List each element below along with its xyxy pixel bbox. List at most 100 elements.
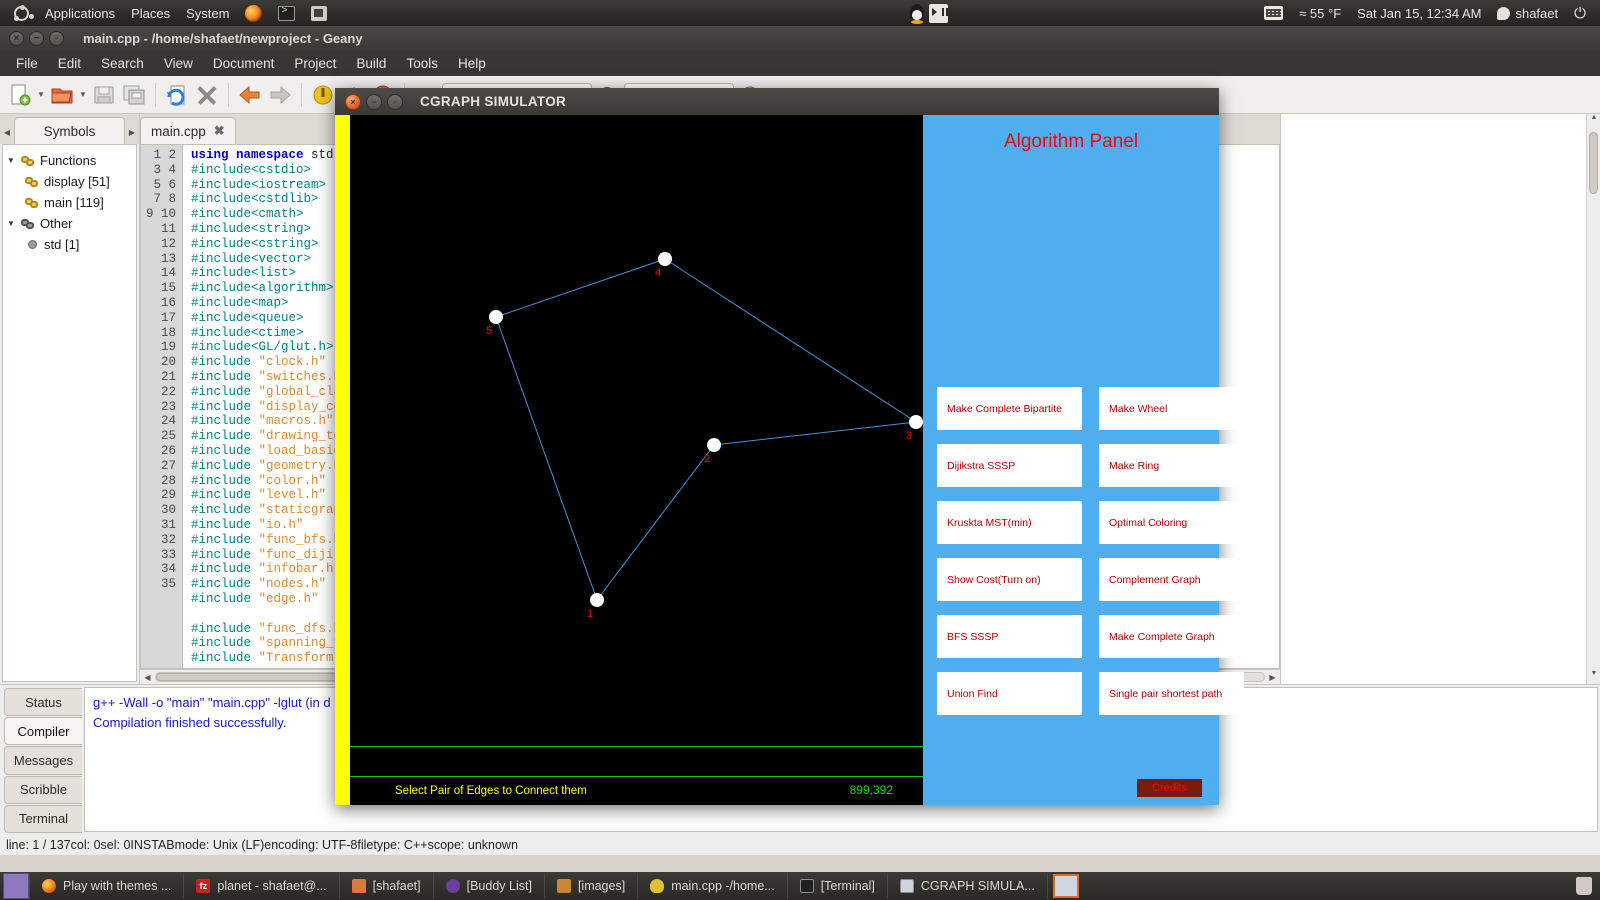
- menu-edit[interactable]: Edit: [48, 51, 91, 76]
- geany-minimize-button[interactable]: −: [29, 31, 44, 46]
- tab-messages[interactable]: Messages: [4, 746, 82, 775]
- cgraph-maximize-button[interactable]: ▫: [387, 93, 403, 110]
- graph-node[interactable]: [707, 438, 721, 452]
- taskbar-item-shafaet[interactable]: [shafaet]: [340, 873, 434, 899]
- tree-item-std[interactable]: std [1]: [3, 234, 136, 255]
- open-file-icon[interactable]: [48, 81, 76, 109]
- menu-document[interactable]: Document: [203, 51, 285, 76]
- taskbar-item-images[interactable]: [images]: [545, 873, 639, 899]
- graph-canvas[interactable]: 1 2 3 4 5: [350, 115, 923, 805]
- new-file-dropdown-icon[interactable]: ▼: [36, 81, 46, 109]
- taskbar-item-terminal[interactable]: [Terminal]: [788, 873, 888, 899]
- geany-close-button[interactable]: ×: [9, 31, 24, 46]
- credits-button[interactable]: Credits: [1137, 779, 1202, 797]
- button-make-ring[interactable]: Make Ring: [1099, 444, 1244, 487]
- graph-node[interactable]: [909, 415, 923, 429]
- tree-item-main[interactable]: main [119]: [3, 192, 136, 213]
- menu-search[interactable]: Search: [91, 51, 154, 76]
- tree-item-functions[interactable]: ▼ Functions: [3, 150, 136, 171]
- graph-edge[interactable]: [495, 316, 598, 601]
- launcher-terminal[interactable]: [270, 0, 303, 26]
- forward-icon[interactable]: [266, 81, 294, 109]
- menu-project[interactable]: Project: [284, 51, 346, 76]
- button-bfs-sssp[interactable]: BFS SSSP: [937, 615, 1082, 658]
- taskbar-item-firefox[interactable]: Play with themes ...: [29, 873, 185, 899]
- menu-places[interactable]: Places: [123, 0, 178, 26]
- tab-status[interactable]: Status: [4, 688, 82, 717]
- button-make-wheel[interactable]: Make Wheel: [1099, 387, 1244, 430]
- indicator-penguin[interactable]: [902, 0, 956, 26]
- menu-applications[interactable]: Applications: [37, 0, 123, 26]
- button-dijikstra-sssp[interactable]: Dijikstra SSSP: [937, 444, 1082, 487]
- tab-main-cpp[interactable]: main.cpp ✖: [140, 117, 236, 144]
- button-make-complete-bipartite[interactable]: Make Complete Bipartite: [937, 387, 1082, 430]
- graph-edge[interactable]: [495, 258, 666, 318]
- geany-maximize-button[interactable]: ▫: [49, 31, 64, 46]
- sidebar-scroll-right-icon[interactable]: ▶: [125, 120, 139, 144]
- taskbar-item-filezilla[interactable]: fz planet - shafaet@...: [184, 873, 340, 899]
- graph-edge[interactable]: [596, 444, 715, 601]
- revert-icon[interactable]: [163, 81, 191, 109]
- symbols-tree[interactable]: ▼ Functions display [51] main [119] ▼ Ot…: [2, 144, 137, 682]
- compile-icon[interactable]: [309, 81, 337, 109]
- tree-item-other[interactable]: ▼ Other: [3, 213, 136, 234]
- taskbar-item-cgraph[interactable]: CGRAPH SIMULA...: [888, 873, 1048, 899]
- scroll-down-icon[interactable]: ▼: [1587, 670, 1600, 684]
- graph-node[interactable]: [590, 593, 604, 607]
- button-union-find[interactable]: Union Find: [937, 672, 1082, 715]
- right-pane-scrollbar[interactable]: ▲ ▼: [1586, 114, 1600, 684]
- graph-edge[interactable]: [713, 421, 917, 446]
- save-icon[interactable]: [90, 81, 118, 109]
- button-show-cost[interactable]: Show Cost(Turn on): [937, 558, 1082, 601]
- indicator-weather[interactable]: ≈ 55 °F: [1291, 0, 1349, 26]
- clock[interactable]: Sat Jan 15, 12:34 AM: [1349, 0, 1489, 26]
- menu-tools[interactable]: Tools: [396, 51, 448, 76]
- save-all-icon[interactable]: [120, 81, 148, 109]
- button-optimal-coloring[interactable]: Optimal Coloring: [1099, 501, 1244, 544]
- tab-close-icon[interactable]: ✖: [214, 123, 225, 139]
- graph-edge[interactable]: [664, 258, 917, 423]
- cgraph-minimize-button[interactable]: −: [366, 93, 382, 110]
- workspace-switcher[interactable]: [1052, 874, 1079, 898]
- menu-system[interactable]: System: [178, 0, 237, 26]
- indicator-keyboard[interactable]: [1256, 0, 1291, 26]
- open-file-dropdown-icon[interactable]: ▼: [78, 81, 88, 109]
- back-icon[interactable]: [236, 81, 264, 109]
- launcher-firefox[interactable]: [237, 0, 270, 26]
- menu-help[interactable]: Help: [448, 51, 496, 76]
- tree-item-display[interactable]: display [51]: [3, 171, 136, 192]
- trash-icon[interactable]: [1576, 877, 1592, 895]
- close-icon[interactable]: [193, 81, 221, 109]
- menu-view[interactable]: View: [154, 51, 203, 76]
- button-complement-graph[interactable]: Complement Graph: [1099, 558, 1244, 601]
- scroll-left-icon[interactable]: ◀: [140, 673, 155, 682]
- scroll-right-icon[interactable]: ▶: [1265, 673, 1280, 682]
- taskbar-item-geany[interactable]: main.cpp -/home...: [638, 873, 788, 899]
- menu-file[interactable]: File: [6, 51, 48, 76]
- user-menu[interactable]: shafaet: [1489, 0, 1566, 26]
- tab-symbols[interactable]: Symbols: [14, 117, 125, 144]
- menu-build[interactable]: Build: [346, 51, 396, 76]
- tab-compiler[interactable]: Compiler: [4, 717, 82, 746]
- scroll-thumb[interactable]: [1589, 132, 1598, 194]
- new-file-icon[interactable]: [6, 81, 34, 109]
- scroll-up-icon[interactable]: ▲: [1587, 114, 1600, 128]
- launcher-file-manager[interactable]: [303, 0, 335, 26]
- graph-svg[interactable]: 1 2 3 4 5: [350, 115, 923, 805]
- tab-scribble[interactable]: Scribble: [4, 775, 82, 804]
- session-menu[interactable]: ⏻: [1566, 0, 1600, 26]
- graph-canvas-area[interactable]: 1 2 3 4 5 Select Pair of Edges to Connect th…: [335, 115, 923, 805]
- expander-icon[interactable]: ▼: [7, 219, 17, 228]
- sidebar-scroll-left-icon[interactable]: ◀: [0, 120, 14, 144]
- expander-icon[interactable]: ▼: [7, 156, 17, 165]
- button-kruskal-mst[interactable]: Kruskta MST(min): [937, 501, 1082, 544]
- tab-terminal[interactable]: Terminal: [4, 804, 82, 834]
- button-make-complete-graph[interactable]: Make Complete Graph: [1099, 615, 1244, 658]
- graph-node[interactable]: [489, 310, 503, 324]
- show-desktop-icon[interactable]: [3, 873, 29, 899]
- taskbar-item-buddy-list[interactable]: [Buddy List]: [434, 873, 545, 899]
- button-single-pair-shortest-path[interactable]: Single pair shortest path: [1099, 672, 1244, 715]
- cgraph-close-button[interactable]: ×: [345, 93, 361, 110]
- graph-node[interactable]: [658, 252, 672, 266]
- ubuntu-menu-button[interactable]: [0, 0, 37, 26]
